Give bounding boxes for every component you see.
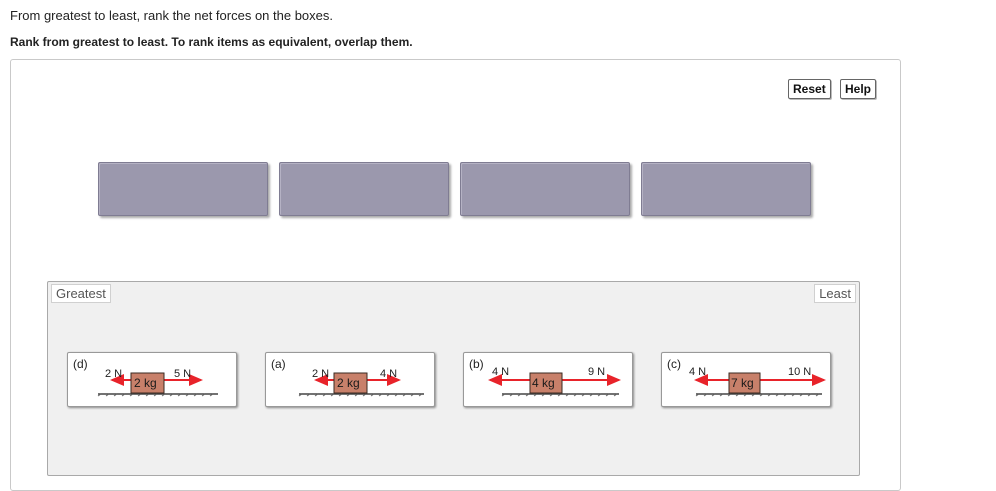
right-force-label: 9 N <box>588 366 605 378</box>
left-force-label: 2 N <box>312 368 329 380</box>
reset-button[interactable]: Reset <box>788 79 831 99</box>
force-diagram-c: 4 N 10 N 7 kg <box>689 366 826 397</box>
help-button[interactable]: Help <box>840 79 877 99</box>
ranking-panel: Reset Help Greatest Least (d) 2 N 5 N 2 … <box>10 59 901 491</box>
ranking-instruction: Rank from greatest to least. To rank ite… <box>10 35 413 49</box>
right-force-label: 10 N <box>788 366 811 378</box>
mass-label: 2 kg <box>134 376 157 390</box>
right-force-label: 4 N <box>380 368 397 380</box>
least-label: Least <box>814 284 856 303</box>
left-force-label: 2 N <box>105 368 122 380</box>
rank-slot-3[interactable] <box>460 162 630 216</box>
rank-slot-2[interactable] <box>279 162 449 216</box>
question-prompt: From greatest to least, rank the net for… <box>10 8 334 23</box>
rank-item-c[interactable]: (c) 4 N 10 N 7 kg <box>661 352 831 407</box>
left-force-label: 4 N <box>689 366 706 378</box>
rank-item-a[interactable]: (a) 2 N 4 N 2 kg <box>265 352 435 407</box>
rank-slot-4[interactable] <box>641 162 811 216</box>
greatest-label: Greatest <box>51 284 111 303</box>
force-diagram-a: 2 N 4 N 2 kg <box>298 368 424 397</box>
mass-label: 7 kg <box>731 376 754 390</box>
rank-item-b[interactable]: (b) 4 N 9 N 4 kg <box>463 352 633 407</box>
force-diagram-d: 2 N 5 N 2 kg <box>97 368 218 397</box>
force-diagram-b: 4 N 9 N 4 kg <box>488 366 621 397</box>
item-bin[interactable]: Greatest Least (d) 2 N 5 N 2 kg (a) 2 N … <box>47 281 860 476</box>
left-force-label: 4 N <box>492 366 509 378</box>
rank-item-d[interactable]: (d) 2 N 5 N 2 kg <box>67 352 237 407</box>
mass-label: 4 kg <box>532 376 555 390</box>
mass-label: 2 kg <box>337 376 360 390</box>
right-force-label: 5 N <box>174 368 191 380</box>
rank-slot-1[interactable] <box>98 162 268 216</box>
